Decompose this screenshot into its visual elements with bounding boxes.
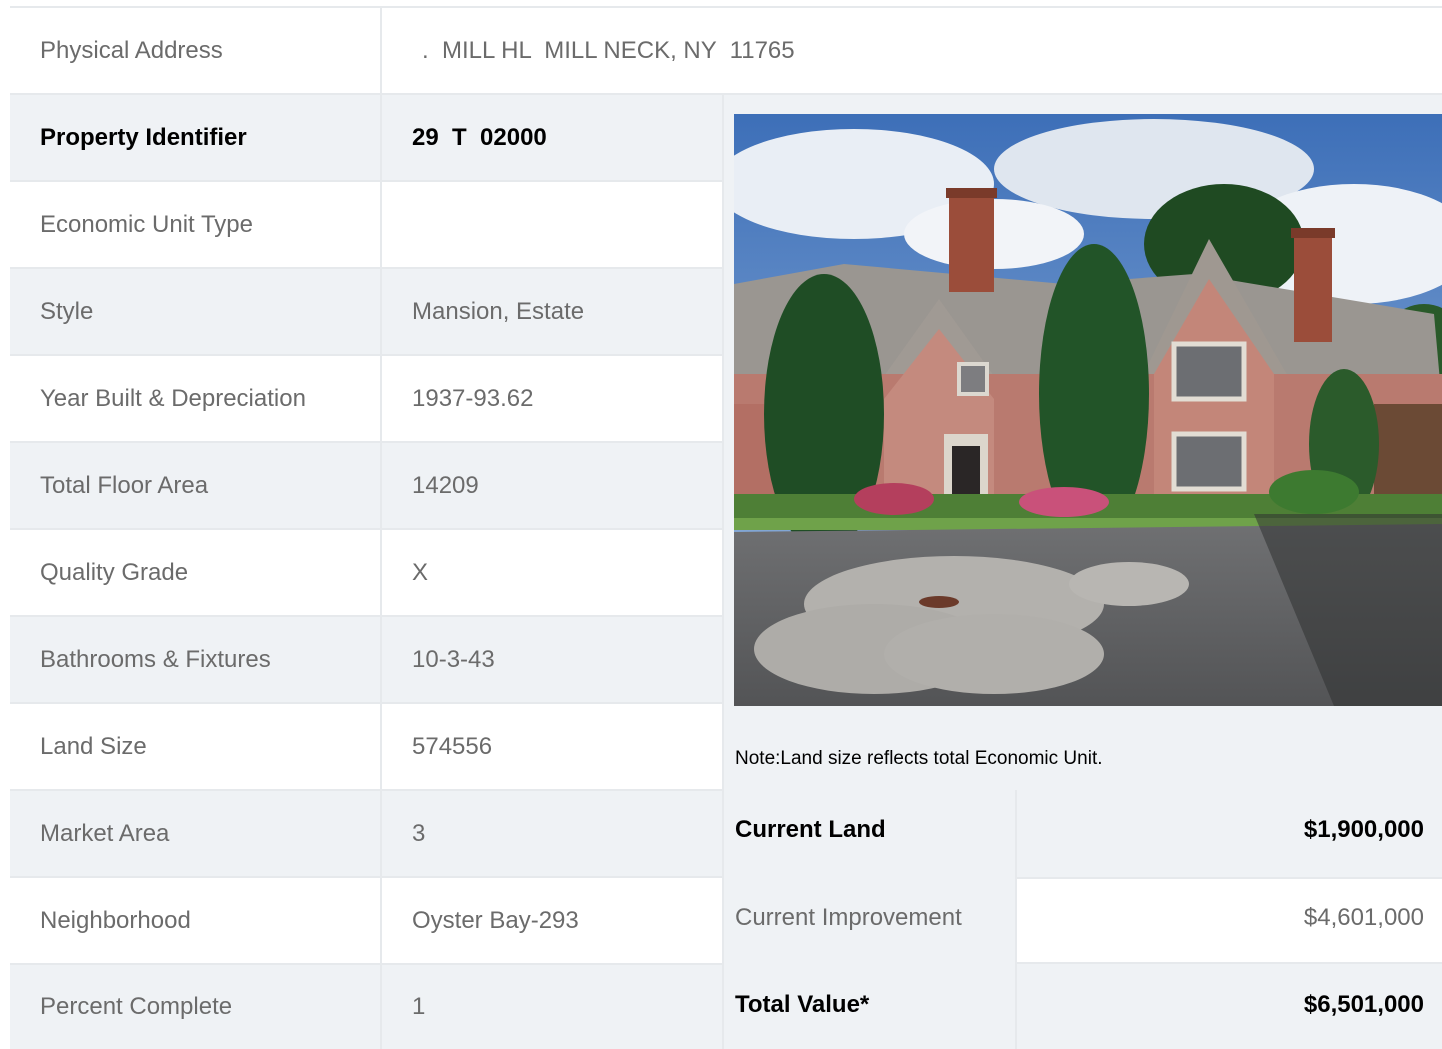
table-row-value: 10-3-43: [382, 617, 722, 702]
year-built-value: 1937-93.62: [412, 384, 534, 412]
property-identifier-value: 29 T 02000: [412, 123, 547, 151]
table-row-value: Oyster Bay-293: [382, 878, 722, 963]
table-row-value: 29 T 02000: [382, 95, 722, 180]
table-row: Neighborhood: [10, 878, 380, 963]
current-land-value: $1,900,000: [1303, 816, 1424, 843]
table-row: Bathrooms & Fixtures: [10, 617, 380, 702]
total-floor-area-label: Total Floor Area: [40, 471, 209, 499]
percent-complete-value: 1: [412, 993, 426, 1020]
table-row: Quality Grade: [10, 530, 380, 615]
table-row: Property Identifier: [10, 95, 380, 180]
style-value: Mansion, Estate: [412, 297, 585, 325]
table-row: Style: [10, 269, 380, 354]
style-label: Style: [40, 297, 94, 325]
total-floor-area-value: 14209: [412, 471, 479, 499]
address-label-cell: Physical Address: [10, 8, 380, 93]
address-value: . MILL HL MILL NECK, NY 11765: [422, 36, 795, 64]
table-row-value: Mansion, Estate: [382, 269, 722, 354]
property-identifier-label: Property Identifier: [40, 123, 247, 151]
address-value-cell: . MILL HL MILL NECK, NY 11765: [382, 8, 1442, 93]
land-size-value: 574556: [412, 732, 493, 760]
neighborhood-label: Neighborhood: [40, 906, 191, 934]
table-row: Economic Unit Type: [10, 182, 380, 267]
property-record-table: Physical Address . MILL HL MILL NECK, NY…: [10, 6, 1442, 1049]
address-label: Physical Address: [40, 36, 223, 64]
bathrooms-value: 10-3-43: [412, 645, 495, 673]
total-value-value: $6,501,000: [1303, 991, 1424, 1018]
property-photo: [734, 114, 1442, 706]
bathrooms-label: Bathrooms & Fixtures: [40, 645, 271, 673]
divider: [1016, 877, 1442, 879]
market-area-label: Market Area: [40, 819, 170, 847]
table-row-value: 1937-93.62: [382, 356, 722, 441]
year-built-label: Year Built & Depreciation: [40, 384, 306, 412]
table-row-value: X: [382, 530, 722, 615]
percent-complete-label: Percent Complete: [40, 993, 233, 1020]
table-row: Total Floor Area: [10, 443, 380, 528]
economic-unit-type-label: Economic Unit Type: [40, 210, 253, 238]
table-row-value: 3: [382, 791, 722, 876]
quality-grade-label: Quality Grade: [40, 558, 189, 586]
table-row-value: 14209: [382, 443, 722, 528]
column-divider: [380, 8, 382, 1049]
table-row-value: [382, 182, 722, 267]
current-improvement-label: Current Improvement: [735, 904, 962, 931]
land-size-note: Note:Land size reflects total Economic U…: [735, 748, 1103, 769]
current-land-label: Current Land: [735, 816, 886, 843]
table-row: Year Built & Depreciation: [10, 356, 380, 441]
neighborhood-value: Oyster Bay-293: [412, 906, 579, 934]
quality-grade-value: X: [412, 558, 429, 586]
current-improvement-value: $4,601,000: [1303, 904, 1424, 931]
market-area-value: 3: [412, 819, 426, 847]
table-row: Percent Complete: [10, 965, 380, 1049]
total-value-label: Total Value*: [735, 991, 870, 1018]
table-row: Land Size: [10, 704, 380, 789]
divider: [1016, 962, 1442, 964]
table-row-value: 574556: [382, 704, 722, 789]
land-size-label: Land Size: [40, 732, 147, 760]
table-row-value: 1: [382, 965, 722, 1049]
column-divider: [1015, 790, 1017, 1049]
table-row: Market Area: [10, 791, 380, 876]
